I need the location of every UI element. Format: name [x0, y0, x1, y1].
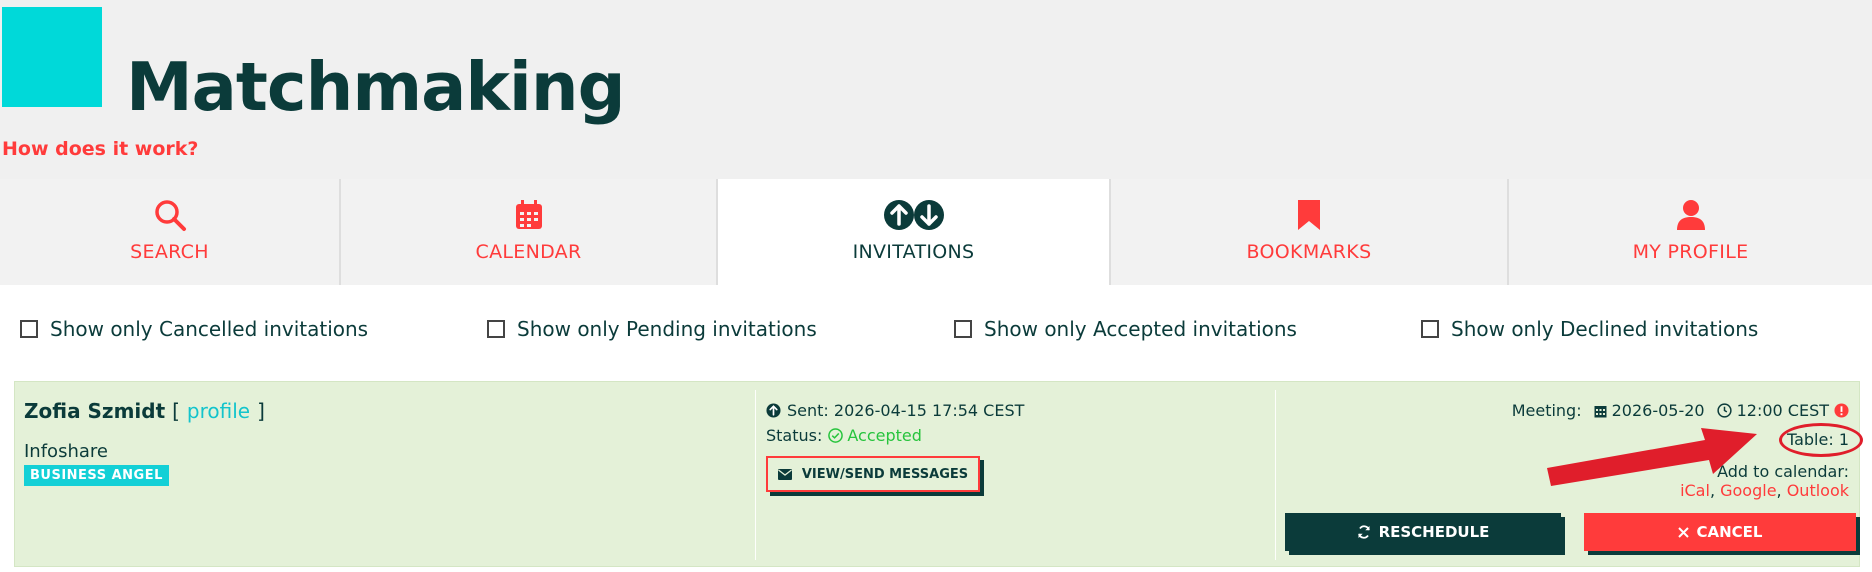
participant-name-line: Zofia Szmidt [ profile ] — [24, 399, 265, 423]
checkbox[interactable] — [487, 320, 505, 338]
refresh-icon — [1357, 525, 1371, 539]
reschedule-button[interactable]: RESCHEDULE — [1285, 513, 1561, 551]
checkbox[interactable] — [954, 320, 972, 338]
status-value: Accepted — [847, 426, 922, 445]
filter-cancelled[interactable]: Show only Cancelled invitations — [20, 317, 368, 341]
filter-accepted[interactable]: Show only Accepted invitations — [954, 317, 1297, 341]
tab-bar: SEARCH CALENDAR INVITATIONS BOOKMARKS MY… — [0, 179, 1872, 285]
checkbox[interactable] — [1421, 320, 1439, 338]
tab-label: SEARCH — [130, 241, 209, 263]
status-label: Status: — [766, 426, 823, 445]
filter-label: Show only Accepted invitations — [984, 317, 1297, 341]
arrows-up-down-icon — [718, 197, 1109, 233]
tab-search[interactable]: SEARCH — [0, 179, 341, 285]
filter-label: Show only Pending invitations — [517, 317, 817, 341]
participant-name: Zofia Szmidt — [24, 399, 166, 423]
filter-label: Show only Cancelled invitations — [50, 317, 369, 341]
clock-icon — [1716, 403, 1732, 418]
calendar-small-icon — [1594, 404, 1607, 418]
logo — [2, 7, 102, 107]
tab-label: BOOKMARKS — [1246, 241, 1372, 263]
filter-declined[interactable]: Show only Declined invitations — [1421, 317, 1758, 341]
filter-pending[interactable]: Show only Pending invitations — [487, 317, 817, 341]
invitation-filters: Show only Cancelled invitations Show onl… — [0, 285, 1872, 380]
header: Matchmaking How does it work? — [0, 0, 1872, 179]
bookmark-icon — [1111, 197, 1507, 233]
close-icon — [1677, 526, 1689, 538]
sent-icon — [766, 403, 781, 418]
tab-bookmarks[interactable]: BOOKMARKS — [1111, 179, 1509, 285]
divider — [1275, 390, 1276, 560]
annotation-arrow-icon — [1547, 428, 1757, 486]
tab-calendar[interactable]: CALENDAR — [341, 179, 718, 285]
user-icon — [1509, 197, 1872, 233]
how-does-it-work-link[interactable]: How does it work? — [2, 138, 198, 160]
divider — [755, 390, 756, 560]
checkbox[interactable] — [20, 320, 38, 338]
tab-label: MY PROFILE — [1632, 241, 1749, 263]
highlight-ellipse — [1779, 423, 1863, 457]
profile-link[interactable]: profile — [187, 399, 250, 423]
envelope-icon — [777, 468, 792, 480]
organization: Infoshare — [24, 441, 108, 462]
view-send-messages-button[interactable]: VIEW/SEND MESSAGES — [766, 456, 980, 492]
tab-label: CALENDAR — [475, 241, 582, 263]
filter-label: Show only Declined invitations — [1451, 317, 1759, 341]
button-label: CANCEL — [1696, 523, 1763, 541]
button-label: RESCHEDULE — [1378, 523, 1490, 541]
alert-icon — [1834, 403, 1849, 418]
status-badge: Accepted — [828, 426, 922, 445]
search-icon — [0, 197, 339, 233]
role-badge: BUSINESS ANGEL — [24, 465, 169, 486]
page-title: Matchmaking — [126, 48, 626, 126]
calendar-icon — [341, 197, 716, 233]
cancel-button[interactable]: CANCEL — [1584, 513, 1856, 551]
outlook-link[interactable]: Outlook — [1787, 481, 1849, 500]
tab-label: INVITATIONS — [852, 241, 975, 263]
sent-timestamp: Sent: 2026-04-15 17:54 CEST — [787, 401, 1025, 420]
invitation-status: Sent: 2026-04-15 17:54 CEST Status: Acce… — [766, 398, 1024, 448]
tab-invitations[interactable]: INVITATIONS — [718, 179, 1111, 285]
tab-my-profile[interactable]: MY PROFILE — [1509, 179, 1872, 285]
check-circle-icon — [828, 428, 844, 443]
button-label: VIEW/SEND MESSAGES — [801, 466, 969, 482]
close-bracket: ] — [257, 399, 265, 423]
open-bracket: [ — [172, 399, 180, 423]
